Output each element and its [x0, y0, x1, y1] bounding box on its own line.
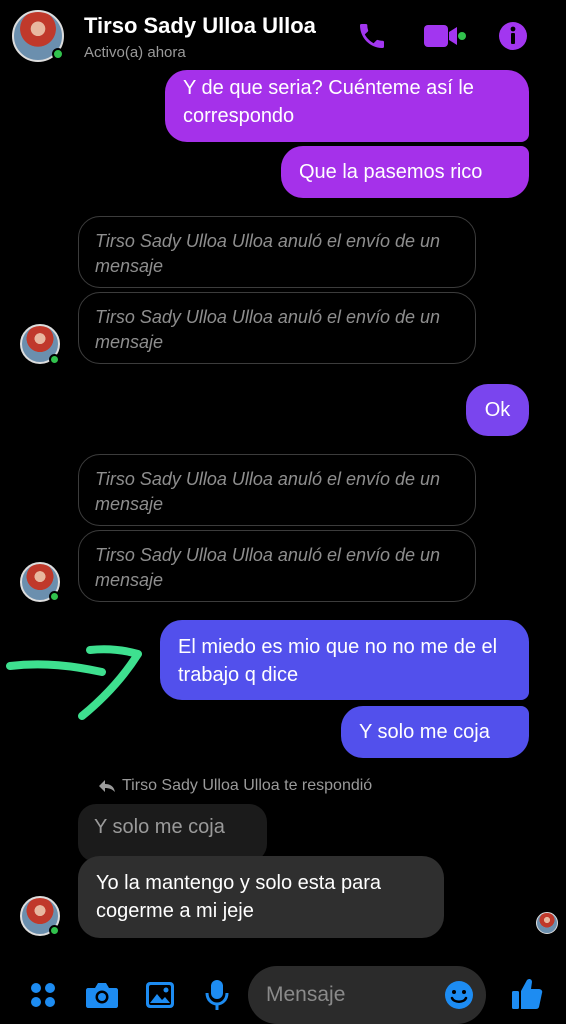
unsent-message-notice: Tirso Sady Ulloa Ulloa anuló el envío de… — [78, 292, 476, 364]
apps-icon[interactable] — [28, 980, 58, 1010]
outgoing-message[interactable]: Ok — [466, 384, 529, 436]
online-indicator — [52, 48, 64, 60]
online-indicator — [49, 591, 60, 602]
outgoing-message[interactable]: Y solo me coja — [341, 706, 529, 758]
quoted-message[interactable]: Y solo me coja — [78, 804, 267, 862]
contact-name[interactable]: Tirso Sady Ulloa Ulloa — [84, 13, 316, 39]
reply-note: Tirso Sady Ulloa Ulloa te respondió — [122, 777, 373, 794]
outgoing-message[interactable]: Y de que seria? Cuénteme así le correspo… — [165, 70, 529, 142]
message-input-placeholder: Mensaje — [266, 983, 346, 1006]
outgoing-message[interactable]: Que la pasemos rico — [281, 146, 529, 198]
read-receipt-avatar — [536, 912, 558, 934]
camera-icon[interactable] — [84, 980, 120, 1010]
gallery-icon[interactable] — [144, 980, 176, 1010]
incoming-message[interactable]: Yo la mantengo y solo esta para cogerme … — [78, 856, 444, 938]
outgoing-message[interactable]: El miedo es mio que no no me de el traba… — [160, 620, 529, 700]
emoji-icon[interactable] — [443, 979, 475, 1011]
reply-arrow-icon — [99, 780, 115, 792]
phone-icon[interactable] — [356, 20, 388, 52]
like-icon[interactable] — [509, 976, 545, 1012]
online-indicator — [49, 354, 60, 365]
info-icon[interactable] — [497, 20, 529, 52]
unsent-message-notice: Tirso Sady Ulloa Ulloa anuló el envío de… — [78, 454, 476, 526]
microphone-icon[interactable] — [204, 978, 230, 1012]
unsent-message-notice: Tirso Sady Ulloa Ulloa anuló el envío de… — [78, 216, 476, 288]
video-icon[interactable] — [422, 22, 466, 50]
annotation-arrow — [6, 645, 142, 720]
active-status: Activo(a) ahora — [84, 44, 186, 61]
unsent-message-notice: Tirso Sady Ulloa Ulloa anuló el envío de… — [78, 530, 476, 602]
online-indicator — [49, 925, 60, 936]
